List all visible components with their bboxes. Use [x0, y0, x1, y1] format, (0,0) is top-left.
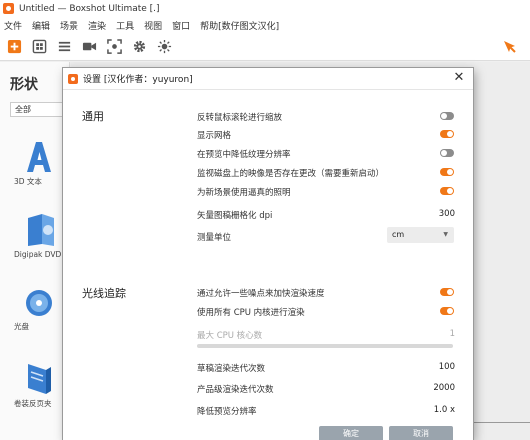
shape-label: Digipak DVD 3	[14, 250, 69, 259]
watch-disk-toggle[interactable]	[440, 168, 454, 176]
shape-3d-text[interactable]: 3D 文本	[14, 140, 64, 187]
all-cores-toggle[interactable]	[440, 307, 454, 315]
dialog-title: 设置 [汉化作者：yuyuron]	[83, 75, 193, 85]
chevron-down-icon: ▼	[443, 231, 448, 238]
menu-tools[interactable]: 工具	[116, 19, 134, 32]
all-cores-label: 使用所有 CPU 内核进行渲染	[197, 308, 305, 318]
camera-button[interactable]	[79, 37, 99, 57]
unit-value: cm	[392, 230, 405, 239]
max-cpu-value: 1	[449, 329, 455, 339]
dialog-title-bar: 设置 [汉化作者：yuyuron] ✕	[63, 68, 473, 90]
shape-label: 光盘	[14, 322, 29, 331]
focus-button[interactable]	[104, 37, 124, 57]
shape-digipak-dvd[interactable]: Digipak DVD 3	[14, 212, 69, 259]
section-raytracing: 光线追踪	[82, 287, 126, 300]
app-logo-icon	[68, 73, 78, 84]
focus-icon	[106, 39, 122, 54]
grid-button[interactable]	[29, 37, 49, 57]
disc-icon	[26, 290, 52, 316]
list-icon	[58, 41, 70, 52]
reduce-texture-toggle[interactable]	[440, 149, 454, 157]
shape-roll-fold[interactable]: 卷装反页夹	[14, 360, 64, 409]
sketch-iterations-value[interactable]: 100	[439, 362, 455, 372]
grid-icon	[32, 39, 46, 54]
show-grid-label: 显示网格	[197, 131, 232, 141]
preview-downscale-value[interactable]: 1.0 x	[434, 405, 455, 415]
3d-text-icon	[27, 142, 51, 172]
max-cpu-label: 最大 CPU 核心数	[197, 331, 263, 341]
menu-render[interactable]: 渲染	[88, 19, 106, 32]
light-button[interactable]	[154, 37, 174, 57]
close-button[interactable]: ✕	[452, 71, 466, 85]
cancel-button[interactable]: 取消	[389, 426, 453, 440]
allow-noise-toggle[interactable]	[440, 288, 454, 296]
dpi-label: 矢量图稿栅格化 dpi	[197, 211, 273, 221]
window-title: Untitled — Boxshot Ultimate [.]	[19, 3, 160, 14]
light-icon	[157, 39, 171, 54]
settings-button[interactable]	[129, 37, 149, 57]
menu-help[interactable]: 帮助[数仔图文汉化]	[200, 19, 279, 32]
show-grid-toggle[interactable]	[440, 130, 454, 138]
reduce-texture-label: 在预览中降低纹理分辨率	[197, 150, 291, 160]
title-bar: Untitled — Boxshot Ultimate [.]	[0, 0, 530, 17]
roll-fold-icon	[28, 364, 51, 394]
sidebar-title: 形状	[10, 77, 38, 93]
shape-disc[interactable]: 光盘	[14, 287, 64, 332]
preview-downscale-label: 降低预览分辨率	[197, 407, 257, 417]
invert-wheel-toggle[interactable]	[440, 112, 454, 120]
watch-disk-label: 监视磁盘上的映像是否存在更改（需要重新启动）	[197, 169, 385, 179]
digipak-dvd-icon	[28, 214, 54, 246]
invert-wheel-label: 反转鼠标滚轮进行缩放	[197, 113, 283, 123]
allow-noise-label: 通过允许一些噪点来加快渲染速度	[197, 289, 325, 299]
realistic-light-toggle[interactable]	[440, 187, 454, 195]
unit-label: 测量单位	[197, 233, 232, 243]
shape-label: 3D 文本	[14, 177, 42, 186]
list-button[interactable]	[54, 37, 74, 57]
menu-file[interactable]: 文件	[4, 19, 22, 32]
menu-bar: 文件 编辑 场景 渲染 工具 视图 窗口 帮助[数仔图文汉化]	[0, 17, 530, 33]
shape-label: 卷装反页夹	[14, 399, 52, 408]
menu-view[interactable]: 视图	[144, 19, 162, 32]
gear-icon	[133, 40, 145, 53]
camera-icon	[82, 42, 96, 51]
settings-dialog: 设置 [汉化作者：yuyuron] ✕ 通用 反转鼠标滚轮进行缩放 显示网格 在…	[63, 68, 473, 440]
add-button[interactable]	[4, 37, 24, 57]
product-iterations-value[interactable]: 2000	[433, 383, 455, 393]
max-cpu-slider[interactable]	[197, 344, 453, 348]
toolbar	[0, 33, 530, 61]
menu-window[interactable]: 窗口	[172, 19, 190, 32]
shapes-sidebar: 形状 全部 3D 文本 Digipak DVD 3 光盘 卷装反页夹	[0, 62, 70, 440]
app-logo-icon	[3, 3, 14, 14]
realistic-light-label: 为新场景使用逼真的照明	[197, 188, 291, 198]
cursor-icon[interactable]	[502, 39, 518, 55]
dpi-value[interactable]: 300	[439, 209, 455, 219]
ok-button[interactable]: 确定	[319, 426, 383, 440]
menu-edit[interactable]: 编辑	[32, 19, 50, 32]
close-icon: ✕	[453, 70, 465, 85]
menu-scene[interactable]: 场景	[60, 19, 78, 32]
add-icon	[7, 39, 21, 54]
sketch-iterations-label: 草稿渲染迭代次数	[197, 364, 266, 374]
unit-select[interactable]: cm ▼	[387, 227, 454, 243]
shape-filter-dropdown[interactable]: 全部	[10, 102, 66, 117]
section-general: 通用	[82, 110, 104, 123]
product-iterations-label: 产品级渲染迭代次数	[197, 385, 274, 395]
